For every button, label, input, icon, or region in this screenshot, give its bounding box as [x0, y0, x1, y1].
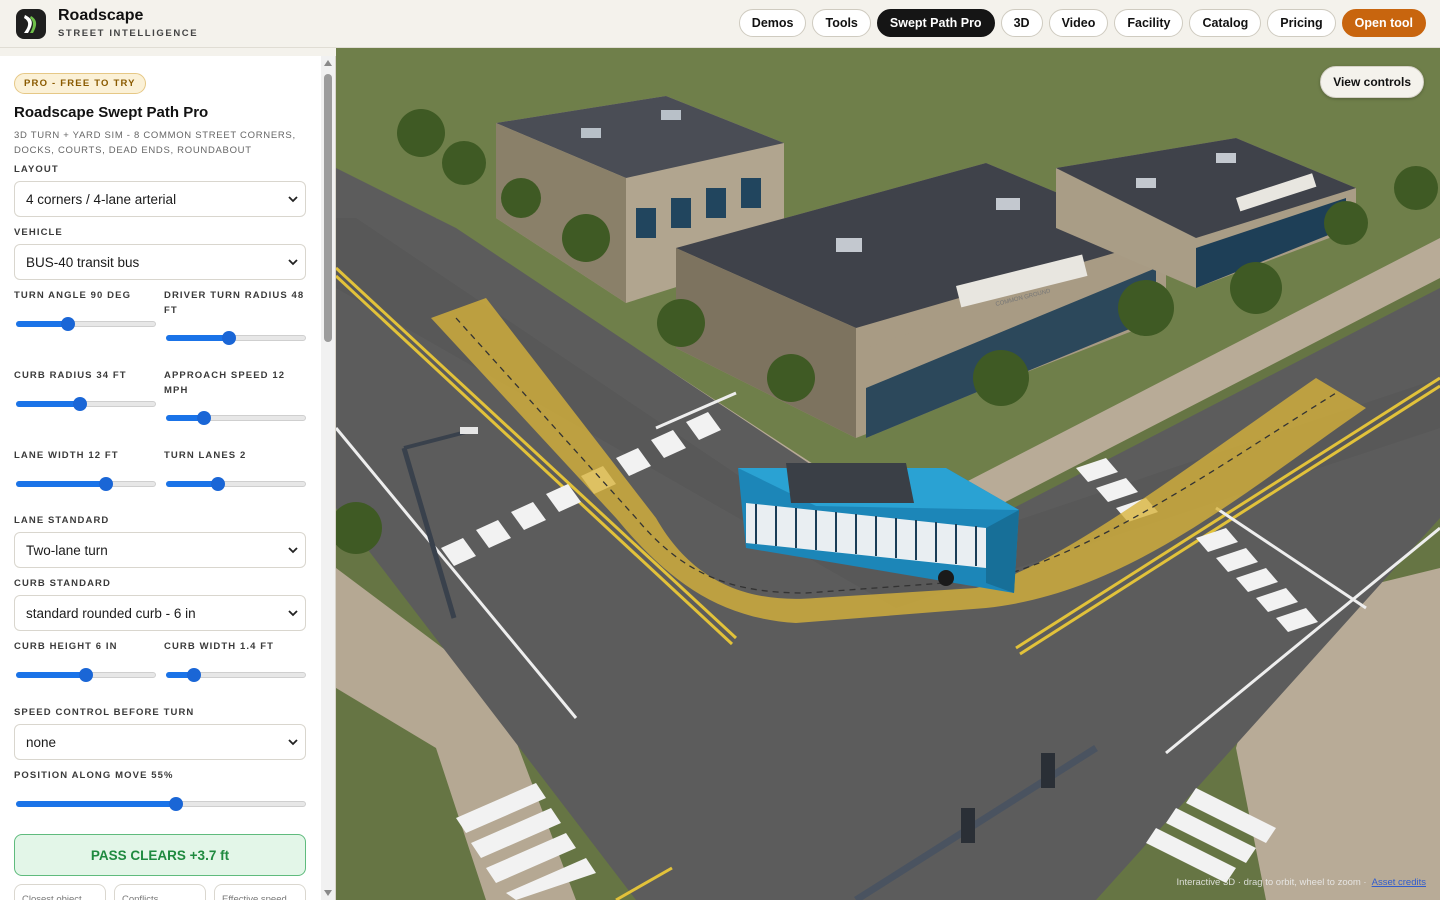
- vehicle-value: BUS-40 transit bus: [26, 254, 140, 270]
- brand[interactable]: Roadscape STREET INTELLIGENCE: [16, 8, 198, 39]
- 3d-viewport[interactable]: COMMON GROUND View controls Interactive …: [336, 48, 1440, 900]
- view-controls-button[interactable]: View controls: [1320, 66, 1424, 98]
- curb-standard-label: CURB STANDARD: [14, 578, 111, 589]
- nav-pricing[interactable]: Pricing: [1267, 9, 1336, 37]
- panel-scrollbar[interactable]: [321, 56, 335, 900]
- slider-thumb[interactable]: [222, 331, 236, 345]
- curb-width-slider[interactable]: [164, 668, 306, 682]
- nav-facility[interactable]: Facility: [1114, 9, 1184, 37]
- curb-width-label: CURB WIDTH 1.4 FT: [164, 641, 275, 652]
- chevron-down-icon: [288, 547, 298, 554]
- panel-description: 3D TURN + YARD SIM - 8 COMMON STREET COR…: [14, 130, 296, 156]
- chevron-down-icon: [288, 196, 298, 203]
- vehicle-select[interactable]: BUS-40 transit bus: [14, 244, 306, 280]
- curb-standard-value: standard rounded curb - 6 in: [26, 605, 196, 621]
- curb-standard-select[interactable]: standard rounded curb - 6 in: [14, 595, 306, 631]
- turn-lanes-label: TURN LANES 2: [164, 450, 247, 461]
- position-slider[interactable]: [14, 797, 306, 811]
- intersection-scene: COMMON GROUND: [336, 48, 1440, 900]
- approach-speed-label: APPROACH SPEED 12 MPH: [164, 370, 286, 396]
- lane-standard-select[interactable]: Two-lane turn: [14, 532, 306, 568]
- nav-swept-path-pro[interactable]: Swept Path Pro: [876, 9, 995, 37]
- viewport-hint: Interactive 3D · drag to orbit, wheel to…: [1177, 877, 1426, 888]
- nav-demos[interactable]: Demos: [738, 9, 807, 37]
- speed-control-value: none: [26, 734, 57, 750]
- position-label: POSITION ALONG MOVE 55%: [14, 770, 174, 781]
- pro-badge: PRO - FREE TO TRY: [14, 73, 146, 94]
- open-tool-button[interactable]: Open tool: [1341, 9, 1426, 37]
- brand-name: Roadscape: [58, 7, 144, 25]
- clearance-result: PASS CLEARS +3.7 ft: [14, 834, 306, 876]
- curb-dimensions-row: CURB HEIGHT 6 IN CURB WIDTH 1.4 FT: [14, 639, 306, 699]
- roadscape-logo-icon: [16, 8, 46, 39]
- slider-thumb[interactable]: [197, 411, 211, 425]
- lane-standard-label: LANE STANDARD: [14, 515, 110, 526]
- turn-angle-label: TURN ANGLE 90 DEG: [14, 290, 132, 301]
- nav-catalog[interactable]: Catalog: [1189, 9, 1262, 37]
- slider-thumb[interactable]: [99, 477, 113, 491]
- panel-title: Roadscape Swept Path Pro: [14, 104, 209, 121]
- control-panel: PRO - FREE TO TRY Roadscape Swept Path P…: [0, 56, 336, 900]
- nav-video[interactable]: Video: [1048, 9, 1109, 37]
- stat-closest-object: Closest object: [14, 884, 106, 900]
- stat-effective-speed: Effective speed: [214, 884, 306, 900]
- curb-radius-slider[interactable]: [14, 397, 156, 411]
- lane-row: LANE WIDTH 12 FT TURN LANES 2: [14, 448, 306, 508]
- chevron-down-icon: [288, 259, 298, 266]
- scroll-thumb[interactable]: [324, 74, 332, 342]
- scroll-down-icon[interactable]: [324, 890, 332, 896]
- curb-radius-label: CURB RADIUS 34 FT: [14, 370, 127, 381]
- brand-tagline: STREET INTELLIGENCE: [58, 28, 199, 40]
- speed-control-select[interactable]: none: [14, 724, 306, 760]
- layout-value: 4 corners / 4-lane arterial: [26, 191, 177, 207]
- interaction-hint: Interactive 3D · drag to orbit, wheel to…: [1176, 877, 1367, 888]
- chevron-down-icon: [288, 610, 298, 617]
- slider-thumb[interactable]: [187, 668, 201, 682]
- lane-standard-section: LANE STANDARD Two-lane turn: [14, 513, 306, 568]
- lane-standard-value: Two-lane turn: [26, 542, 108, 558]
- turn-lanes-slider[interactable]: [164, 477, 306, 491]
- vehicle-section: VEHICLE BUS-40 transit bus: [14, 225, 306, 280]
- turn-settings-row: TURN ANGLE 90 DEG DRIVER TURN RADIUS 48 …: [14, 288, 306, 348]
- asset-credits-link[interactable]: Asset credits: [1372, 877, 1426, 888]
- driver-turn-radius-slider[interactable]: [164, 331, 306, 345]
- lane-width-slider[interactable]: [14, 477, 156, 491]
- layout-label: LAYOUT: [14, 164, 59, 175]
- speed-control-section: SPEED CONTROL BEFORE TURN none: [14, 705, 306, 760]
- speed-control-label: SPEED CONTROL BEFORE TURN: [14, 707, 195, 718]
- curb-standard-section: CURB STANDARD standard rounded curb - 6 …: [14, 576, 306, 631]
- position-section: POSITION ALONG MOVE 55%: [14, 768, 306, 811]
- top-header: Roadscape STREET INTELLIGENCE Demos Tool…: [0, 0, 1440, 48]
- curb-speed-row: CURB RADIUS 34 FT APPROACH SPEED 12 MPH: [14, 368, 306, 428]
- nav-3d[interactable]: 3D: [1000, 9, 1043, 37]
- main-nav: Demos Tools Swept Path Pro 3D Video Faci…: [738, 9, 1426, 37]
- lane-width-label: LANE WIDTH 12 FT: [14, 450, 119, 461]
- chevron-down-icon: [288, 739, 298, 746]
- approach-speed-slider[interactable]: [164, 411, 306, 425]
- layout-select[interactable]: 4 corners / 4-lane arterial: [14, 181, 306, 217]
- slider-thumb[interactable]: [61, 317, 75, 331]
- layout-section: LAYOUT 4 corners / 4-lane arterial: [14, 162, 306, 217]
- slider-thumb[interactable]: [211, 477, 225, 491]
- curb-height-slider[interactable]: [14, 668, 156, 682]
- slider-thumb[interactable]: [79, 668, 93, 682]
- turn-angle-slider[interactable]: [14, 317, 156, 331]
- curb-height-label: CURB HEIGHT 6 IN: [14, 641, 118, 652]
- vehicle-label: VEHICLE: [14, 227, 63, 238]
- slider-thumb[interactable]: [73, 397, 87, 411]
- stat-conflicts: Conflicts: [114, 884, 206, 900]
- slider-thumb[interactable]: [169, 797, 183, 811]
- nav-tools[interactable]: Tools: [812, 9, 871, 37]
- scroll-up-icon[interactable]: [324, 60, 332, 66]
- driver-turn-radius-label: DRIVER TURN RADIUS 48 FT: [164, 290, 305, 316]
